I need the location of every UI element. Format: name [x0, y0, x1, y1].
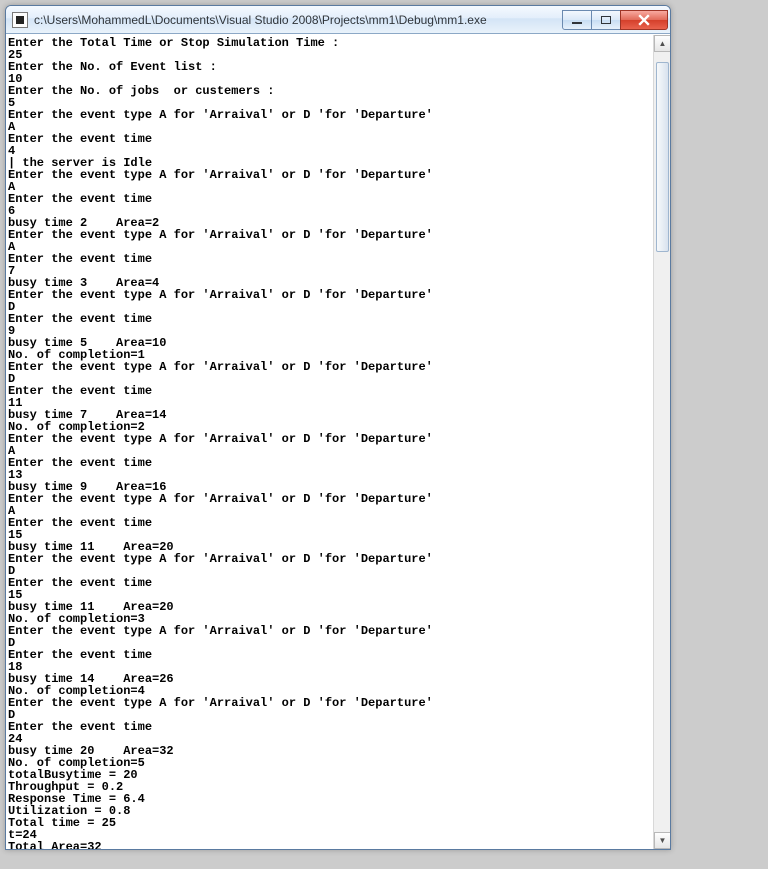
- scroll-down-button[interactable]: ▼: [654, 832, 670, 849]
- maximize-button[interactable]: [591, 10, 621, 30]
- content-area: Enter the Total Time or Stop Simulation …: [6, 34, 670, 849]
- vertical-scrollbar[interactable]: ▲ ▼: [653, 35, 670, 849]
- scroll-up-button[interactable]: ▲: [654, 35, 670, 52]
- console-window: c:\Users\MohammedL\Documents\Visual Stud…: [5, 5, 671, 850]
- close-button[interactable]: [620, 10, 668, 30]
- minimize-button[interactable]: [562, 10, 592, 30]
- window-title: c:\Users\MohammedL\Documents\Visual Stud…: [34, 13, 563, 27]
- app-icon: [12, 12, 28, 28]
- close-icon: [638, 14, 650, 26]
- titlebar[interactable]: c:\Users\MohammedL\Documents\Visual Stud…: [6, 6, 670, 34]
- console-output[interactable]: Enter the Total Time or Stop Simulation …: [6, 35, 653, 849]
- scroll-thumb[interactable]: [656, 62, 669, 252]
- window-controls: [563, 10, 668, 30]
